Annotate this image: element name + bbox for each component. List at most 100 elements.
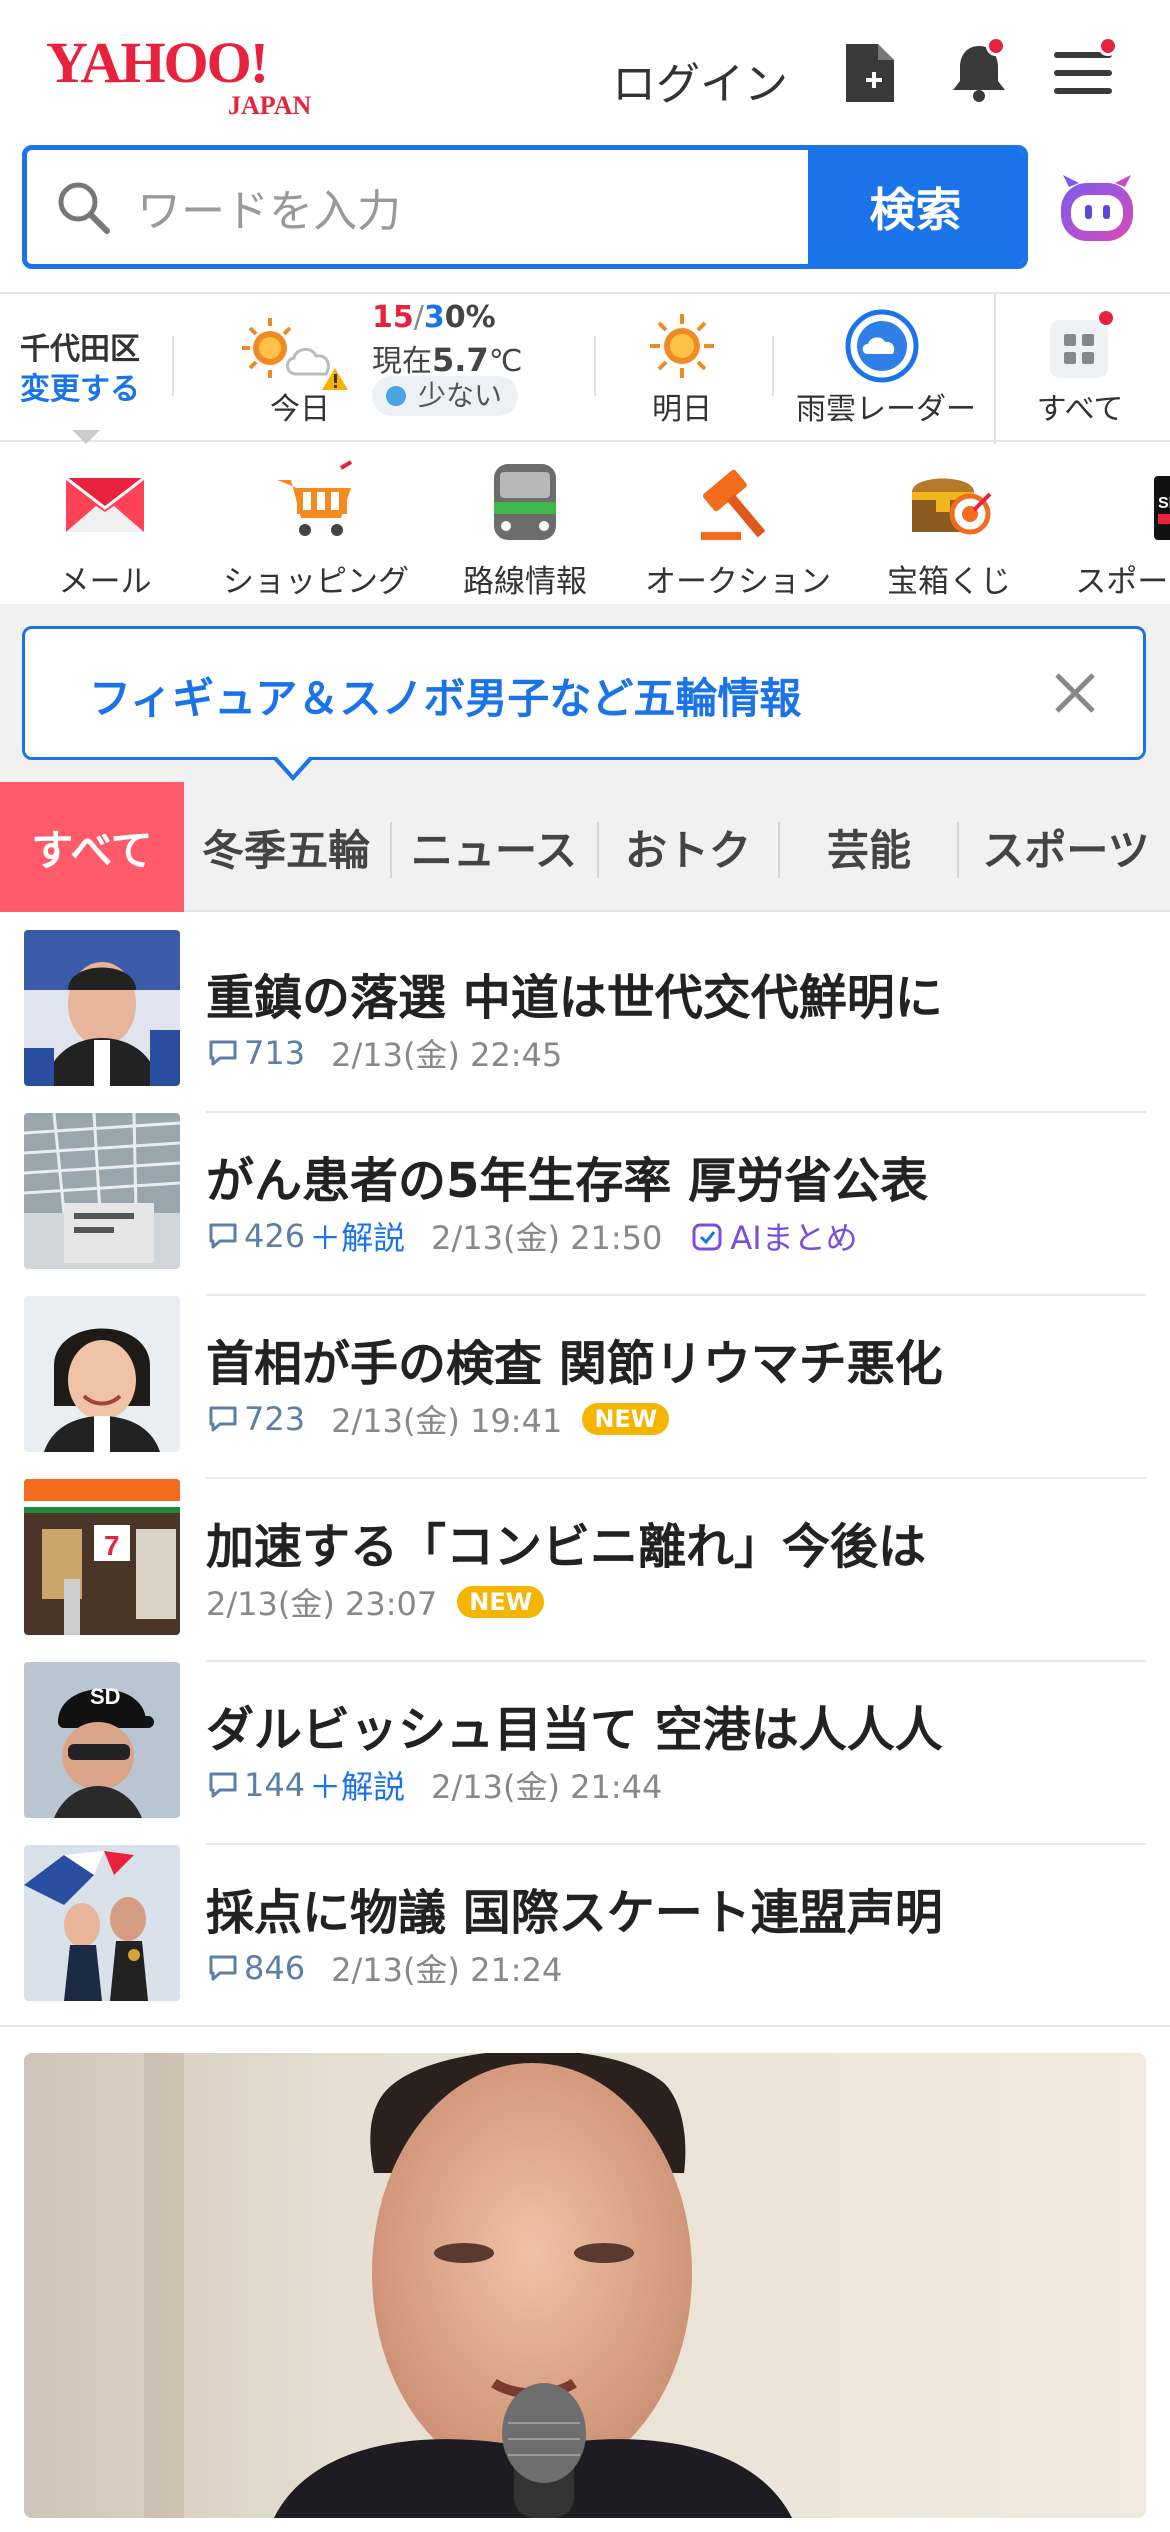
news-item[interactable]: がん患者の5年生存率 厚労省公表 426 ＋解説 2/13(金) 21:50 AIまと… <box>0 1113 1170 1296</box>
featured-photo[interactable] <box>24 2053 1146 2518</box>
news-thumbnail[interactable] <box>24 1845 180 2001</box>
ai-summary-label: AIまとめ <box>730 1219 858 1257</box>
svg-text:7: 7 <box>104 1530 120 1561</box>
menu-notification-dot <box>1098 36 1118 56</box>
news-date: 2/13(金) 23:07 <box>206 1585 438 1623</box>
tab-deals[interactable]: おトク <box>602 782 774 912</box>
apps-notification-dot <box>1096 308 1116 328</box>
close-icon[interactable] <box>1049 667 1101 719</box>
tab-news[interactable]: ニュース <box>396 782 592 912</box>
comment-count[interactable]: 144 ＋解説 <box>206 1762 405 1808</box>
mail-icon <box>60 458 150 548</box>
news-title[interactable]: 採点に物議 国際スケート連盟声明 <box>206 1873 943 1943</box>
notice-pointer-inner <box>277 757 309 775</box>
service-shortcuts: メール ショッピング 路線情報 オークション 宝箱くじ SPO スポーツ <box>0 444 1170 604</box>
comment-number: 144 <box>244 1766 306 1804</box>
service-label: 宝箱くじ <box>887 564 1011 600</box>
ai-summary-icon <box>692 1223 722 1251</box>
weather-bar: 千代田区 変更する 15/30% 現在5.7℃ 少ない 今日 明日 雨雲レーダー… <box>0 292 1170 444</box>
new-badge: NEW <box>457 1586 545 1618</box>
news-thumbnail[interactable]: SD <box>24 1662 180 1818</box>
pollen-badge: 少ない <box>372 376 519 416</box>
olympics-notice[interactable]: フィギュア＆スノボ男子など五輪情報 <box>22 626 1146 781</box>
comment-icon <box>209 1040 237 1066</box>
news-list: 重鎮の落選 中道は世代交代鮮明に 713 2/13(金) 22:45 がん患者の5… <box>0 930 1170 2028</box>
svg-text:SPO: SPO <box>1158 495 1170 512</box>
news-meta: 2/13(金) 23:07 NEW <box>206 1579 545 1625</box>
search-button[interactable]: 検索 <box>808 150 1023 264</box>
divider <box>772 336 774 396</box>
tab-divider <box>957 822 959 878</box>
location-block[interactable]: 千代田区 変更する <box>20 330 140 444</box>
news-thumbnail[interactable] <box>24 1113 180 1269</box>
svg-text:SD: SD <box>90 1684 121 1709</box>
news-title[interactable]: 首相が手の検査 関節リウマチ悪化 <box>206 1324 943 1394</box>
today-label: 今日 <box>270 392 330 427</box>
service-shopping[interactable]: ショッピング <box>218 458 414 601</box>
news-title[interactable]: ダルビッシュ目当て 空港は人人人 <box>206 1690 943 1760</box>
comment-icon <box>209 1955 237 1981</box>
topic-tabs: すべて 冬季五輪 ニュース おトク 芸能 スポーツ <box>0 782 1170 912</box>
rain-radar-label: 雨雲レーダー <box>796 392 976 427</box>
ai-assistant-icon[interactable] <box>1055 165 1139 249</box>
divider <box>994 294 996 444</box>
sun-icon[interactable] <box>648 312 716 380</box>
location-name: 千代田区 <box>20 332 140 367</box>
search-bar: ワードを入力 検索 <box>22 145 1028 269</box>
news-meta: 846 2/13(金) 21:24 <box>206 1945 562 1991</box>
news-thumbnail[interactable] <box>24 1296 180 1452</box>
comment-count[interactable]: 723 <box>206 1400 305 1438</box>
tab-entertainment[interactable]: 芸能 <box>784 782 954 912</box>
menu-icon[interactable] <box>1050 36 1120 108</box>
news-item[interactable]: 7 加速する「コンビニ離れ」今後は 2/13(金) 23:07 NEW <box>0 1479 1170 1662</box>
location-change-link[interactable]: 変更する <box>20 370 140 410</box>
news-date: 2/13(金) 19:41 <box>331 1402 563 1440</box>
news-title[interactable]: がん患者の5年生存率 厚労省公表 <box>206 1141 928 1211</box>
tab-divider <box>778 822 780 878</box>
bell-icon[interactable] <box>944 36 1014 108</box>
service-label: メール <box>58 564 152 600</box>
kaisetsu-link[interactable]: ＋解説 <box>309 1213 405 1259</box>
news-title[interactable]: 加速する「コンビニ離れ」今後は <box>206 1507 926 1577</box>
sun-cloud-icon[interactable] <box>238 312 358 392</box>
yahoo-logo[interactable]: YAHOO! JAPAN <box>46 30 366 120</box>
all-apps-icon[interactable] <box>1046 308 1116 382</box>
rain-radar-icon[interactable] <box>844 308 920 384</box>
news-thumbnail[interactable] <box>24 930 180 1086</box>
logo-text: YAHOO! <box>46 30 267 95</box>
tab-sports[interactable]: スポーツ <box>962 782 1170 912</box>
service-sports[interactable]: SPO スポーツ <box>1064 458 1170 601</box>
now-unit: ℃ <box>488 344 523 379</box>
kaisetsu-link[interactable]: ＋解説 <box>309 1762 405 1808</box>
news-item[interactable]: 採点に物議 国際スケート連盟声明 846 2/13(金) 21:24 <box>0 1845 1170 2028</box>
comment-count[interactable]: 426 ＋解説 <box>206 1213 405 1259</box>
news-item[interactable]: 首相が手の検査 関節リウマチ悪化 723 2/13(金) 19:41 NEW <box>0 1296 1170 1479</box>
comment-number: 723 <box>244 1400 306 1438</box>
notice-text[interactable]: フィギュア＆スノボ男子など五輪情報 <box>89 665 801 726</box>
all-label: すべて <box>1036 392 1124 427</box>
add-document-icon[interactable] <box>836 38 906 108</box>
news-item[interactable]: 重鎮の落選 中道は世代交代鮮明に 713 2/13(金) 22:45 <box>0 930 1170 1113</box>
news-thumbnail[interactable]: 7 <box>24 1479 180 1635</box>
service-transit[interactable]: 路線情報 <box>452 458 598 601</box>
comment-count[interactable]: 713 <box>206 1034 305 1072</box>
comment-icon <box>209 1772 237 1798</box>
service-label: ショッピング <box>223 564 409 600</box>
news-meta: 144 ＋解説 2/13(金) 21:44 <box>206 1762 662 1808</box>
tab-all[interactable]: すべて <box>0 782 184 912</box>
news-date: 2/13(金) 21:24 <box>331 1951 563 1989</box>
news-item[interactable]: SD ダルビッシュ目当て 空港は人人人 144 ＋解説 2/13(金) 21:44 <box>0 1662 1170 1845</box>
comment-icon <box>209 1223 237 1249</box>
service-label: 路線情報 <box>463 564 587 600</box>
ai-summary-link[interactable]: AIまとめ <box>690 1213 858 1259</box>
news-title[interactable]: 重鎮の落選 中道は世代交代鮮明に <box>206 958 943 1028</box>
comment-count[interactable]: 846 <box>206 1949 305 1987</box>
divider <box>594 336 596 396</box>
service-auction[interactable]: オークション <box>640 458 836 601</box>
login-link[interactable]: ログイン <box>612 48 788 112</box>
comment-number: 426 <box>244 1217 306 1255</box>
service-mail[interactable]: メール <box>40 458 170 601</box>
search-input[interactable]: ワードを入力 <box>27 150 808 264</box>
service-lottery[interactable]: 宝箱くじ <box>876 458 1022 601</box>
tab-winter-olympics[interactable]: 冬季五輪 <box>190 782 382 912</box>
